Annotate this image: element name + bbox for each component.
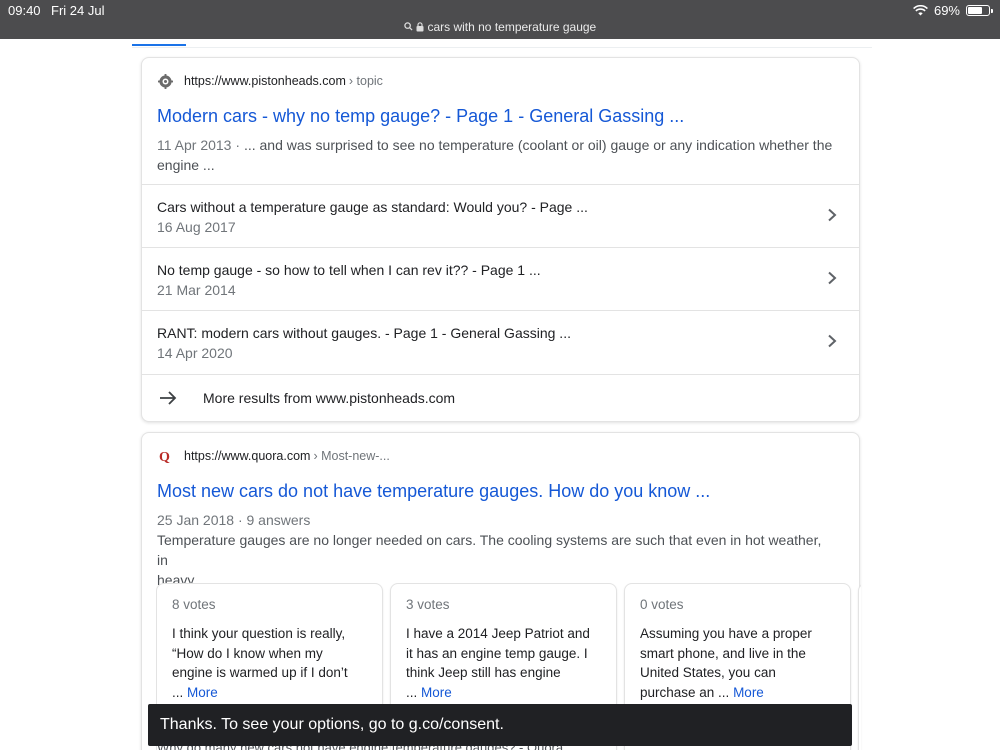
answer-line: it has an engine temp gauge. I <box>406 645 588 661</box>
more-results-link[interactable]: More results from www.pistonheads.com <box>142 374 859 420</box>
search-icon <box>404 22 413 31</box>
address-text: cars with no temperature gauge <box>427 19 597 34</box>
answer-more-link[interactable]: More <box>421 685 452 700</box>
sublink-title: No temp gauge - so how to tell when I ca… <box>157 262 541 278</box>
tab-divider <box>132 47 872 48</box>
answer-line: ... <box>172 684 188 700</box>
arrow-right-icon <box>160 391 177 405</box>
status-bar: 09:40 Fri 24 Jul 69% cars with no temper… <box>0 0 1000 39</box>
snippet-line-1: ... and was surprised to see no temperat… <box>243 137 833 153</box>
answer-votes: 8 votes <box>172 597 216 612</box>
result-source[interactable]: Q https://www.quora.com › Most-new-... <box>157 448 390 464</box>
consent-banner[interactable]: Thanks. To see your options, go to g.co/… <box>148 704 852 746</box>
sublink-title: RANT: modern cars without gauges. - Page… <box>157 325 571 341</box>
status-right: 69% <box>913 3 993 18</box>
answer-line: I think your question is really, <box>172 626 346 641</box>
answer-more-link[interactable]: More <box>187 685 218 700</box>
result-title-link[interactable]: Modern cars - why no temp gauge? - Page … <box>157 106 684 127</box>
result-card-quora: Q https://www.quora.com › Most-new-... M… <box>141 432 861 750</box>
snippet-meta: 25 Jan 2018 · 9 answers <box>157 512 311 528</box>
result-source[interactable]: https://www.pistonheads.com › topic <box>157 73 383 89</box>
sublink-date: 14 Apr 2020 <box>157 345 233 361</box>
address-bar[interactable]: cars with no temperature gauge <box>0 19 1000 34</box>
answer-body: I think your question is really, “How do… <box>172 624 370 702</box>
battery-icon <box>966 5 993 16</box>
source-breadcrumb: › topic <box>348 74 383 88</box>
result-snippet: 11 Apr 2013 · ... and was surprised to s… <box>157 135 834 175</box>
answer-line: Assuming you have a proper <box>640 626 812 641</box>
active-tab-indicator <box>132 44 186 46</box>
answer-line: ... <box>406 684 422 700</box>
sublink-item[interactable]: RANT: modern cars without gauges. - Page… <box>142 310 859 373</box>
sublink-date: 16 Aug 2017 <box>157 219 236 235</box>
answer-line: I have a 2014 Jeep Patriot and <box>406 626 590 641</box>
answer-body: Assuming you have a proper smart phone, … <box>640 624 838 702</box>
more-results-label: More results from www.pistonheads.com <box>203 390 456 406</box>
snippet-line-2: engine ... <box>157 157 215 173</box>
chevron-right-icon <box>828 334 837 348</box>
lock-icon <box>416 22 424 32</box>
sublink-title: Cars without a temperature gauge as stan… <box>157 199 588 215</box>
answer-more-link[interactable]: More <box>733 685 764 700</box>
chevron-right-icon <box>828 208 837 222</box>
sublink-date: 21 Mar 2014 <box>157 282 236 298</box>
sublink-item[interactable]: No temp gauge - so how to tell when I ca… <box>142 247 859 310</box>
answer-line: purchase an ... <box>640 684 734 700</box>
quora-favicon-icon: Q <box>157 448 173 464</box>
answer-line: smart phone, and live in the <box>640 645 806 661</box>
snippet-line-1: Temperature gauges are no longer needed … <box>157 532 822 568</box>
chevron-right-icon <box>828 271 837 285</box>
pistonheads-favicon-icon <box>157 73 173 89</box>
answer-card-partial[interactable] <box>858 583 861 750</box>
source-url: https://www.pistonheads.com <box>184 74 346 88</box>
sublink-item[interactable]: Cars without a temperature gauge as stan… <box>142 184 859 247</box>
result-snippet: 25 Jan 2018 · 9 answers Temperature gaug… <box>157 510 834 590</box>
result-card-pistonheads: https://www.pistonheads.com › topic Mode… <box>141 57 860 422</box>
results-page: https://www.pistonheads.com › topic Mode… <box>0 39 1000 750</box>
status-date: Fri 24 Jul <box>51 3 105 18</box>
answer-votes: 0 votes <box>640 597 684 612</box>
source-breadcrumb: › Most-new-... <box>313 449 390 463</box>
answer-line: think Jeep still has engine <box>406 665 561 680</box>
answer-body: I have a 2014 Jeep Patriot and it has an… <box>406 624 604 702</box>
answer-line: “How do I know when my <box>172 645 323 661</box>
wifi-icon <box>913 5 928 16</box>
snippet-separator: · <box>231 137 244 153</box>
answer-votes: 3 votes <box>406 597 450 612</box>
answer-line: United States, you can <box>640 665 776 680</box>
snippet-date: 11 Apr 2013 <box>157 137 232 153</box>
svg-text:Q: Q <box>158 449 169 464</box>
answer-line: engine is warmed up if I don’t <box>172 665 348 680</box>
status-time: 09:40 <box>8 3 41 18</box>
result-title-link[interactable]: Most new cars do not have temperature ga… <box>157 481 710 502</box>
source-url: https://www.quora.com <box>184 449 311 463</box>
battery-percent: 69% <box>933 3 960 18</box>
